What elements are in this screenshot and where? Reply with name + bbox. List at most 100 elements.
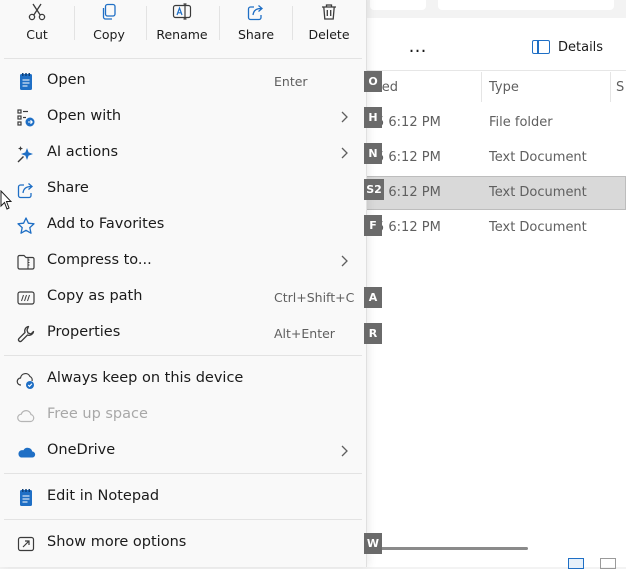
column-headers: ified Type S [366, 72, 626, 102]
details-view-toggle[interactable] [568, 558, 584, 569]
chevron-right-icon [341, 255, 348, 267]
trash-icon [322, 4, 336, 20]
menu-item-properties[interactable]: Properties Alt+Enter [4, 316, 362, 350]
context-menu-toolbar: Cut Copy Rename Share Delete [0, 0, 366, 52]
menu-item-label: Edit in Notepad [47, 488, 160, 504]
shortcut-text: Alt+Enter [274, 326, 335, 341]
rename-label: Rename [156, 27, 208, 42]
file-row-selected[interactable]: 5 6:12 PM Text Document [366, 176, 626, 210]
wrench-icon [17, 325, 35, 343]
cell-modified: 5 6:12 PM [376, 150, 441, 165]
menu-item-always-keep-on-device[interactable]: Always keep on this device [4, 362, 362, 396]
scissors-icon [28, 3, 46, 21]
menu-item-free-up-space: Free up space [4, 398, 362, 432]
delete-label: Delete [308, 27, 350, 42]
access-key-badge: W [364, 533, 382, 554]
access-key-badge: O [364, 71, 382, 92]
access-key-badge: S2 [364, 179, 384, 200]
cell-type: Text Document [489, 185, 587, 200]
cut-button[interactable]: Cut [2, 0, 72, 52]
menu-item-onedrive[interactable]: OneDrive [4, 434, 362, 468]
cell-type: File folder [489, 115, 553, 130]
open-with-icon [17, 109, 35, 127]
menu-item-compress-to[interactable]: Compress to... [4, 244, 362, 278]
menu-item-label: Add to Favorites [47, 216, 165, 232]
menu-item-label: Free up space [47, 406, 148, 422]
menu-separator [4, 355, 362, 356]
address-bar-area [366, 0, 626, 18]
shortcut-text: Enter [274, 74, 308, 89]
file-row[interactable]: 5 6:12 PM File folder [366, 106, 626, 140]
share-label: Share [237, 27, 275, 42]
delete-button[interactable]: Delete [294, 0, 364, 52]
sparkle-icon [17, 146, 33, 163]
menu-item-copy-as-path[interactable]: Copy as path Ctrl+Shift+C [4, 280, 362, 314]
menu-item-label: Copy as path [47, 288, 143, 304]
command-bar: … Details [366, 22, 626, 71]
cloud-icon [17, 410, 35, 423]
column-header-type[interactable]: Type [489, 80, 519, 95]
notepad-icon [20, 73, 32, 90]
copy-path-icon [17, 291, 35, 305]
details-pane-icon [532, 40, 550, 54]
share-icon [17, 183, 33, 199]
access-key-badge: F [364, 215, 382, 236]
star-icon [17, 217, 35, 234]
search-field[interactable] [438, 0, 614, 10]
access-key-badge: R [364, 323, 382, 344]
column-header-size[interactable]: S [616, 80, 624, 95]
cell-modified: 5 6:12 PM [376, 115, 441, 130]
file-row[interactable]: 5 6:12 PM Text Document [366, 211, 626, 245]
menu-item-label: Open [47, 72, 86, 88]
menu-item-share[interactable]: Share [4, 172, 362, 206]
zip-folder-icon [17, 254, 35, 270]
access-key-badge: A [364, 287, 382, 308]
access-key-badge: H [364, 107, 382, 128]
details-pane-button[interactable]: Details [532, 36, 603, 58]
menu-item-label: AI actions [47, 144, 118, 160]
cell-modified: 5 6:12 PM [376, 185, 441, 200]
menu-item-open[interactable]: Open Enter [4, 64, 362, 98]
see-more-button[interactable]: … [404, 32, 432, 60]
menu-item-edit-in-notepad[interactable]: Edit in Notepad [4, 480, 362, 514]
details-label: Details [558, 39, 604, 55]
menu-item-ai-actions[interactable]: AI actions [4, 136, 362, 170]
tiles-view-toggle[interactable] [600, 558, 616, 569]
menu-item-label: Open with [47, 108, 122, 124]
cell-type: Text Document [489, 220, 587, 235]
cut-label: Cut [26, 27, 48, 42]
cell-modified: 5 6:12 PM [376, 220, 441, 235]
menu-item-open-with[interactable]: Open with [4, 100, 362, 134]
chevron-right-icon [341, 111, 348, 123]
horizontal-scrollbar[interactable] [378, 547, 528, 550]
mouse-cursor-icon [0, 190, 12, 210]
cloud-sync-icon [16, 373, 34, 389]
menu-item-show-more-options[interactable]: Show more options [4, 526, 362, 560]
more-options-icon [17, 536, 35, 552]
menu-item-add-to-favorites[interactable]: Add to Favorites [4, 208, 362, 242]
onedrive-icon [18, 447, 36, 458]
shortcut-text: Ctrl+Shift+C [274, 290, 355, 305]
menu-separator [4, 58, 362, 59]
chevron-right-icon [341, 147, 348, 159]
menu-item-label: OneDrive [47, 442, 116, 458]
copy-icon [102, 3, 116, 20]
menu-separator [4, 473, 362, 474]
chevron-right-icon [341, 445, 348, 457]
access-key-badge: N [364, 143, 382, 164]
share-button[interactable]: Share [221, 0, 291, 52]
menu-item-label: Share [47, 180, 89, 196]
file-row[interactable]: 5 6:12 PM Text Document [366, 141, 626, 175]
rename-button[interactable]: Rename [147, 0, 217, 52]
menu-separator [4, 519, 362, 520]
rename-icon [172, 3, 192, 20]
menu-item-label: Compress to... [47, 252, 152, 268]
nav-field[interactable] [370, 0, 426, 10]
cell-type: Text Document [489, 150, 587, 165]
copy-button[interactable]: Copy [74, 0, 144, 52]
menu-item-label: Show more options [47, 534, 187, 550]
menu-item-label: Properties [47, 324, 121, 340]
menu-item-label: Always keep on this device [47, 370, 244, 386]
context-menu: Cut Copy Rename Share Delete Open Enter … [0, 0, 367, 567]
copy-label: Copy [93, 27, 125, 42]
